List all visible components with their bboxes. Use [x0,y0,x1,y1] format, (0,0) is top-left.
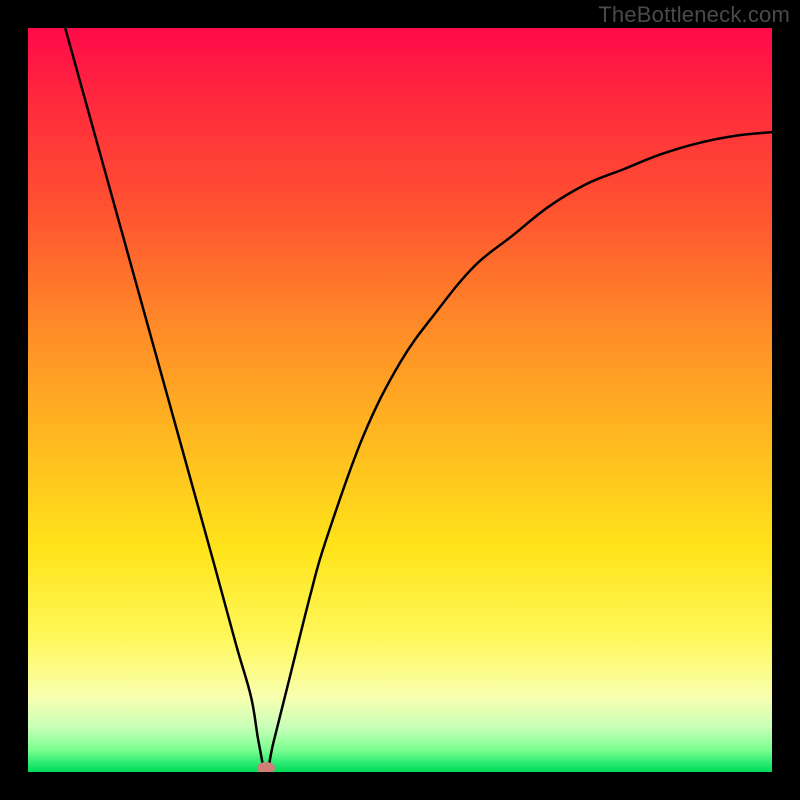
plot-area [28,28,772,772]
watermark-text: TheBottleneck.com [598,2,790,28]
chart-frame: TheBottleneck.com [0,0,800,800]
curve-path [65,28,772,772]
bottleneck-curve [28,28,772,772]
minimum-marker [257,762,275,772]
